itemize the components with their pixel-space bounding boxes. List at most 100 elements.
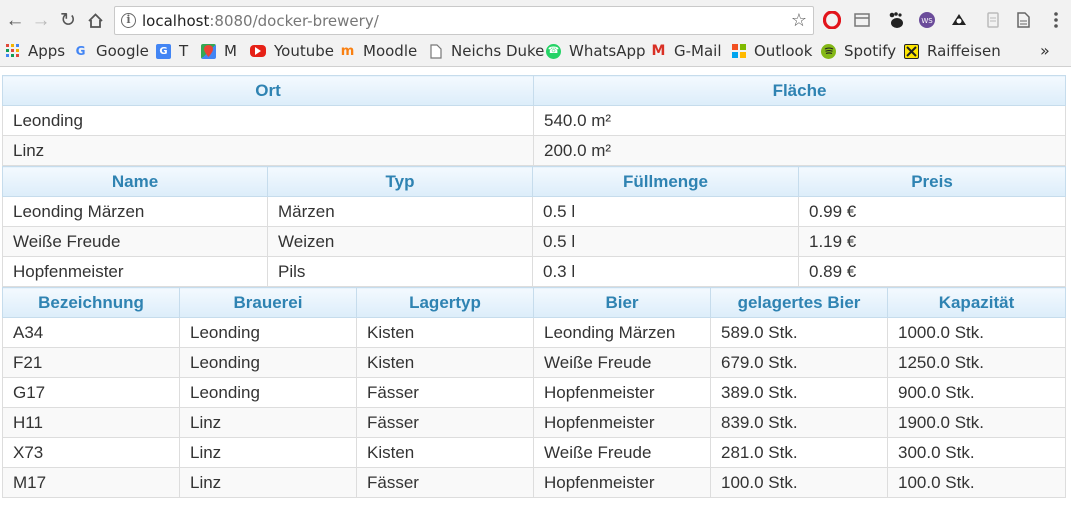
table-cell: Linz [179,437,357,468]
whatsapp-icon: ☎ [546,43,561,59]
bookmark-neichs-duke[interactable]: Neichs Duke [428,41,544,61]
bookmark-label: WhatsApp [569,42,646,60]
table-cell: Fässer [356,377,534,408]
beer-types-table: Name Typ Füllmenge Preis Leonding Märzen Mär… [2,166,1066,287]
table-cell: Märzen [267,196,533,227]
bookmark-label: Neichs Duke [451,42,545,60]
translate-icon: G [156,43,171,59]
table-cell: Linz [179,467,357,498]
url-path: :8080/docker-brewery/ [209,12,379,30]
url-host: localhost [142,12,210,30]
table-cell: 200.0 m² [533,135,1066,166]
table-cell: 281.0 Stk. [710,437,888,468]
bookmarks-bar: Apps G Google G T M Youtube m Moodle Nei… [0,40,1071,64]
column-header: Kapazität [887,287,1066,318]
bookmark-youtube[interactable]: Youtube [250,41,334,61]
table-cell: Hopfenmeister [533,467,711,498]
table-row: X73 Linz Kisten Weiße Freude 281.0 Stk. 300.0… [2,437,1066,468]
table-cell: Hopfenmeister [533,407,711,438]
table-cell: Weiße Freude [2,226,268,257]
moodle-icon: m [340,43,355,59]
bookmark-label: Outlook [754,42,813,60]
column-header: Brauerei [179,287,357,318]
table-cell: X73 [2,437,180,468]
table-row: M17 Linz Fässer Hopfenmeister 100.0 Stk. 100.… [2,467,1066,498]
bookmark-maps[interactable]: M [201,41,237,61]
document-ext-icon[interactable] [1013,10,1033,30]
table-cell: F21 [2,347,180,378]
table-cell: Leonding [2,105,534,136]
table-cell: H11 [2,407,180,438]
table-cell: 389.0 Stk. [710,377,888,408]
page-content: Ort Fläche Leonding 540.0 m² Linz 200.0 m² N… [2,75,1066,498]
maps-icon [201,43,216,59]
table-cell: Kisten [356,317,534,348]
window-ext-icon[interactable] [852,10,872,30]
home-icon[interactable] [84,9,106,31]
browser-chrome: ← → ↻ i localhost:8080/docker-brewery/ ☆… [0,0,1071,67]
bookmark-gmail[interactable]: M G-Mail [651,41,722,61]
column-header: Fläche [533,75,1066,106]
table-cell: 589.0 Stk. [710,317,888,348]
web-ext-icon[interactable]: WS [917,10,937,30]
table-row: Leonding 540.0 m² [2,105,1066,136]
reload-icon[interactable]: ↻ [57,9,79,31]
table-cell: Weizen [267,226,533,257]
bookmark-star-icon[interactable]: ☆ [791,10,807,31]
table-row: H11 Linz Fässer Hopfenmeister 839.0 Stk. 1900… [2,407,1066,438]
table-cell: Leonding Märzen [533,317,711,348]
bookmark-apps[interactable]: Apps [5,41,65,61]
bookmark-outlook[interactable]: Outlook [731,41,812,61]
forward-icon[interactable]: → [30,9,52,31]
table-cell: Fässer [356,407,534,438]
bookmark-whatsapp[interactable]: ☎ WhatsApp [546,41,646,61]
table-cell: G17 [2,377,180,408]
bookmark-google[interactable]: G Google [73,41,149,61]
column-header: Ort [2,75,534,106]
gmail-icon: M [651,43,666,59]
svg-text:WS: WS [921,17,933,25]
table-cell: 0.5 l [532,196,799,227]
table-cell: Weiße Freude [533,437,711,468]
bookmark-translate[interactable]: G T [156,41,188,61]
more-bookmarks-button[interactable]: » [1040,41,1050,60]
bookmark-label: Youtube [274,42,334,60]
bookmark-spotify[interactable]: Spotify [821,41,896,61]
address-url[interactable]: localhost:8080/docker-brewery/ [142,12,379,30]
menu-icon[interactable] [1046,10,1066,30]
table-cell: Hopfenmeister [533,377,711,408]
table-cell: 0.89 € [798,256,1066,287]
column-header: Preis [798,166,1066,197]
table-cell: Weiße Freude [533,347,711,378]
table-cell: Pils [267,256,533,287]
inventory-table: Bezeichnung Brauerei Lagertyp Bier gelagerte… [2,287,1066,498]
table-cell: Leonding [179,377,357,408]
grey-ext-icon[interactable] [983,10,1003,30]
table-cell: 0.5 l [532,226,799,257]
table-cell: A34 [2,317,180,348]
table-cell: 1.19 € [798,226,1066,257]
table-cell: Linz [179,407,357,438]
table-cell: M17 [2,467,180,498]
table-cell: Leonding [179,317,357,348]
bookmark-raiffeisen[interactable]: Raiffeisen [904,41,1001,61]
gnome-ext-icon[interactable] [886,10,906,30]
table-row: Linz 200.0 m² [2,135,1066,166]
microsoft-icon [731,44,746,59]
table-row: Weiße Freude Weizen 0.5 l 1.19 € [2,226,1066,257]
site-info-icon[interactable]: i [121,13,136,28]
table-cell: Kisten [356,437,534,468]
bookmark-moodle[interactable]: m Moodle [340,41,418,61]
table-row: Hopfenmeister Pils 0.3 l 0.89 € [2,256,1066,287]
address-bar[interactable]: i localhost:8080/docker-brewery/ ☆ [114,6,814,35]
table-cell: 100.0 Stk. [887,467,1066,498]
table-cell: 300.0 Stk. [887,437,1066,468]
table-row: G17 Leonding Fässer Hopfenmeister 389.0 Stk.… [2,377,1066,408]
dark-ext-icon[interactable] [949,10,969,30]
back-icon[interactable]: ← [4,9,26,31]
column-header: Lagertyp [356,287,534,318]
bookmark-label: G-Mail [674,42,722,60]
table-cell: 679.0 Stk. [710,347,888,378]
column-header: Füllmenge [532,166,799,197]
opera-icon[interactable] [822,10,842,30]
